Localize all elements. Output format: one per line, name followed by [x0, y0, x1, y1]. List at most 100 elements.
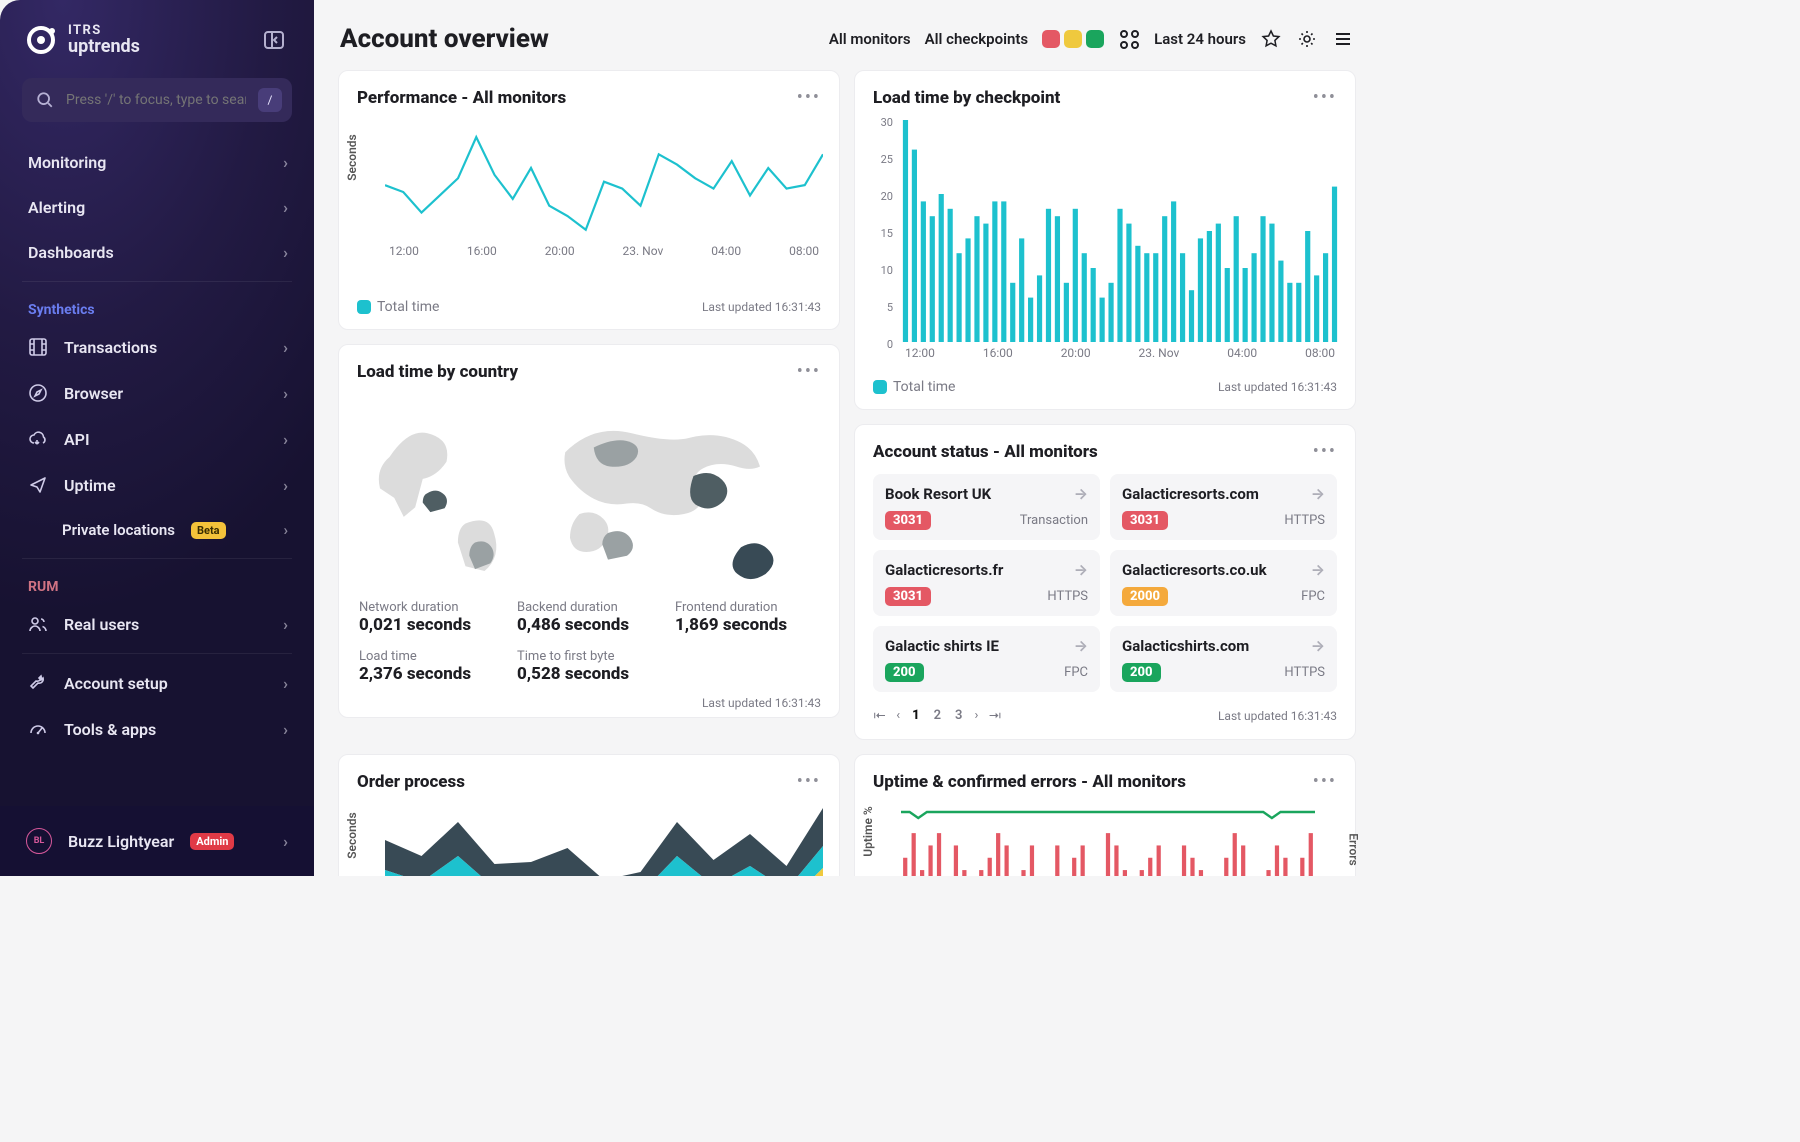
beta-badge: Beta [191, 522, 226, 539]
chevron-right-icon: › [283, 720, 288, 739]
sidebar-item-browser[interactable]: Browser› [0, 370, 314, 416]
status-card[interactable]: Galacticresorts.co.uk→2000FPC [1110, 550, 1337, 616]
brand-secondary: uptrends [68, 36, 140, 57]
panel-uptime-errors: Uptime & confirmed errors - All monitors… [854, 754, 1356, 876]
admin-badge: Admin [190, 833, 234, 850]
filter-all-checkpoints[interactable]: All checkpoints [925, 30, 1029, 48]
panel-menu-button[interactable]: ••• [797, 361, 821, 382]
legend-swatch [873, 380, 887, 394]
panel-title: Load time by country [357, 362, 797, 382]
dashboard-picker-button[interactable] [1118, 28, 1140, 50]
sidebar-user-menu[interactable]: BL Buzz Lightyear Admin › [0, 806, 314, 876]
gauge-icon [28, 719, 48, 739]
status-card[interactable]: Galactic shirts IE→200FPC [873, 626, 1100, 692]
chevron-right-icon: › [283, 338, 288, 357]
chevron-right-icon: › [283, 615, 288, 634]
pager-page[interactable]: 1 [910, 706, 922, 725]
panel-menu-button[interactable]: ••• [1313, 87, 1337, 108]
bar-chart [901, 120, 1339, 342]
pager-next-button[interactable]: › [974, 708, 978, 723]
search-input[interactable]: / [22, 78, 292, 122]
chevron-right-icon: › [283, 243, 288, 262]
panel-order-process: Order process••• Seconds 12:0016:0020:00… [338, 754, 840, 876]
panel-title: Uptime & confirmed errors - All monitors [873, 772, 1313, 792]
chevron-right-icon: › [283, 430, 288, 449]
section-rum: RUM [0, 565, 314, 601]
sidebar-item-transactions[interactable]: Transactions› [0, 324, 314, 370]
map-icon [357, 400, 821, 590]
country-stats: Network duration0,021 secondsBackend dur… [339, 594, 839, 688]
panel-left-icon [263, 29, 285, 51]
pager: ⇤ ‹ 1 2 3 › ⇥ Last updated 16:31:43 [855, 698, 1355, 739]
status-grid: Book Resort UK→3031TransactionGalacticre… [855, 470, 1355, 698]
status-card[interactable]: Galacticresorts.com→3031HTTPS [1110, 474, 1337, 540]
avatar: BL [26, 828, 52, 854]
star-icon [1261, 29, 1281, 49]
sidebar-item-api[interactable]: API› [0, 416, 314, 462]
page-title: Account overview [340, 24, 815, 54]
last-updated: Last updated 16:31:43 [1218, 380, 1337, 394]
sidebar-item-monitoring[interactable]: Monitoring› [0, 140, 314, 185]
hamburger-icon [1333, 29, 1353, 49]
panel-menu-button[interactable]: ••• [1313, 441, 1337, 462]
send-icon [28, 475, 48, 495]
sidebar: ITRSuptrends / Monitoring› Alerting› Das… [0, 0, 314, 876]
brand-logo: ITRSuptrends [24, 23, 246, 57]
world-map[interactable] [339, 390, 839, 594]
settings-button[interactable] [1296, 28, 1318, 50]
pill-ok[interactable] [1086, 30, 1104, 48]
pager-page[interactable]: 2 [932, 706, 943, 725]
sidebar-item-real-users[interactable]: Real users› [0, 601, 314, 647]
wrench-icon [28, 673, 48, 693]
sidebar-item-private-locations[interactable]: Private locations Beta › [0, 508, 314, 552]
line-chart [385, 120, 823, 240]
pill-warn[interactable] [1064, 30, 1082, 48]
panel-account-status: Account status - All monitors••• Book Re… [854, 424, 1356, 740]
sidebar-item-alerting[interactable]: Alerting› [0, 185, 314, 230]
sidebar-item-account-setup[interactable]: Account setup› [0, 660, 314, 706]
sidebar-item-dashboards[interactable]: Dashboards› [0, 230, 314, 275]
pill-error[interactable] [1042, 30, 1060, 48]
menu-button[interactable] [1332, 28, 1354, 50]
collapse-sidebar-button[interactable] [256, 22, 292, 58]
status-filter-pills[interactable] [1042, 30, 1104, 48]
status-card[interactable]: Galacticshirts.com→200HTTPS [1110, 626, 1337, 692]
x-axis-ticks: 12:0016:0020:0023. Nov04:0008:00 [901, 342, 1339, 360]
panel-load-time-checkpoint: Load time by checkpoint••• 302520151050 … [854, 70, 1356, 410]
panel-menu-button[interactable]: ••• [797, 87, 821, 108]
status-card[interactable]: Book Resort UK→3031Transaction [873, 474, 1100, 540]
panel-title: Performance - All monitors [357, 88, 797, 108]
pager-first-button[interactable]: ⇤ [873, 708, 886, 724]
time-range[interactable]: Last 24 hours [1154, 30, 1246, 48]
panel-menu-button[interactable]: ••• [1313, 771, 1337, 792]
users-icon [28, 614, 48, 634]
y-axis-right-label: Errors [1347, 833, 1361, 866]
cloud-sync-icon [28, 429, 48, 449]
gear-icon [1297, 29, 1317, 49]
chevron-right-icon: › [283, 674, 288, 693]
film-icon [28, 337, 48, 357]
logo-icon [24, 23, 58, 57]
filter-all-monitors[interactable]: All monitors [829, 30, 911, 48]
sidebar-item-uptime[interactable]: Uptime› [0, 462, 314, 508]
pager-prev-button[interactable]: ‹ [896, 708, 900, 723]
search-icon [36, 91, 54, 109]
pager-page[interactable]: 3 [953, 706, 964, 725]
panel-load-time-country: Load time by country••• Network duration… [338, 344, 840, 718]
chevron-right-icon: › [283, 198, 288, 217]
last-updated: Last updated 16:31:43 [1218, 709, 1337, 723]
y-axis-values: 302520151050 [857, 116, 893, 351]
search-field[interactable] [64, 91, 248, 109]
panel-title: Load time by checkpoint [873, 88, 1313, 108]
sidebar-item-tools-apps[interactable]: Tools & apps› [0, 706, 314, 752]
status-card[interactable]: Galacticresorts.fr→3031HTTPS [873, 550, 1100, 616]
panel-menu-button[interactable]: ••• [797, 771, 821, 792]
pager-last-button[interactable]: ⇥ [988, 708, 1001, 724]
last-updated: Last updated 16:31:43 [702, 300, 821, 314]
main: Account overview All monitors All checkp… [314, 0, 1380, 876]
chevron-right-icon: › [283, 832, 288, 851]
favorite-button[interactable] [1260, 28, 1282, 50]
topbar: Account overview All monitors All checkp… [314, 0, 1380, 66]
search-shortcut-key: / [258, 88, 282, 112]
chevron-right-icon: › [283, 153, 288, 172]
